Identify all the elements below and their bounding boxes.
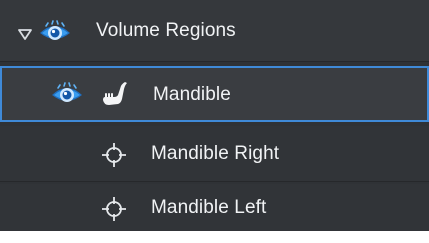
tree-node-label: Mandible xyxy=(153,84,231,105)
expand-triangle-icon[interactable] xyxy=(18,24,32,46)
tree-node-volume-regions[interactable]: Volume Regions xyxy=(0,0,429,62)
mandible-icon xyxy=(100,80,130,114)
tree-node-label: Mandible Left xyxy=(151,197,267,218)
tree-node-label: Volume Regions xyxy=(96,20,236,41)
eye-visibility-icon[interactable] xyxy=(38,19,72,51)
tree-node-label: Mandible Right xyxy=(151,143,280,164)
eye-visibility-icon[interactable] xyxy=(50,81,84,113)
tree-node-mandible[interactable]: Mandible xyxy=(0,66,429,122)
crosshair-point-icon xyxy=(100,141,128,175)
crosshair-point-icon xyxy=(100,195,128,229)
tree-node-mandible-right[interactable]: Mandible Right xyxy=(0,126,429,182)
tree-node-mandible-left[interactable]: Mandible Left xyxy=(0,184,429,231)
region-tree-panel: Volume Regions Mandible Mandible Right M… xyxy=(0,0,429,231)
